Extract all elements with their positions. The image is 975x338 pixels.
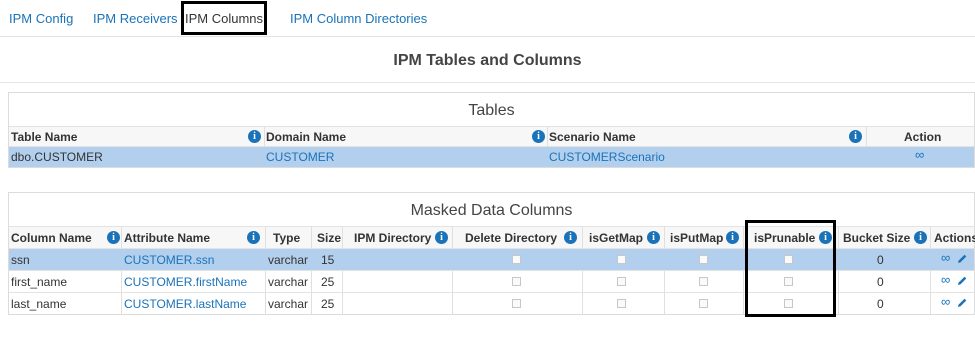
info-icon[interactable]: i — [726, 231, 739, 244]
info-icon[interactable]: i — [564, 231, 577, 244]
attribute-link[interactable]: CUSTOMER.firstName — [124, 275, 247, 289]
cell-type: varchar — [268, 297, 309, 311]
link-icon[interactable]: ∞ — [941, 250, 950, 265]
attribute-link[interactable]: CUSTOMER.ssn — [124, 253, 214, 267]
table-row[interactable]: ssn CUSTOMER.ssn varchar 15 0 ∞ — [9, 248, 974, 271]
cell-type: varchar — [268, 253, 309, 267]
isgetmap-checkbox[interactable] — [617, 255, 626, 264]
header-scenario-name: Scenario Name — [549, 130, 636, 144]
link-icon[interactable]: ∞ — [915, 147, 924, 162]
pencil-icon[interactable] — [956, 297, 968, 309]
header-isprunable: isPrunable — [754, 231, 816, 245]
header-attribute-name: Attribute Name — [124, 231, 211, 245]
info-icon[interactable]: i — [532, 130, 545, 143]
info-icon[interactable]: i — [435, 231, 448, 244]
header-bucket-size: Bucket Size — [843, 231, 911, 245]
attribute-link[interactable]: CUSTOMER.lastName — [124, 297, 246, 311]
isgetmap-checkbox[interactable] — [617, 277, 626, 286]
table-row[interactable]: dbo.CUSTOMER CUSTOMER CUSTOMERScenario ∞ — [9, 146, 974, 167]
tab-ipm-column-directories[interactable]: IPM Column Directories — [290, 11, 427, 26]
info-icon[interactable]: i — [914, 231, 927, 244]
header-isgetmap: isGetMap — [589, 231, 644, 245]
masked-columns-panel: Masked Data Columns Column Name i Attrib… — [8, 192, 975, 315]
header-action: Action — [904, 130, 942, 144]
delete-directory-checkbox[interactable] — [512, 255, 521, 264]
link-icon[interactable]: ∞ — [941, 272, 950, 287]
cell-bucket-size: 0 — [877, 275, 884, 289]
info-icon[interactable]: i — [107, 231, 120, 244]
cell-bucket-size: 0 — [877, 297, 884, 311]
header-size: Size — [317, 231, 342, 245]
table-row[interactable]: first_name CUSTOMER.firstName varchar 25… — [9, 270, 974, 293]
cell-column-name: ssn — [11, 253, 30, 267]
cell-size: 25 — [321, 297, 335, 311]
header-delete-directory: Delete Directory — [465, 231, 558, 245]
header-ipm-directory: IPM Directory — [354, 231, 432, 245]
isprunable-checkbox[interactable] — [784, 299, 793, 308]
header-isputmap: isPutMap — [670, 231, 724, 245]
info-icon[interactable]: i — [819, 231, 832, 244]
isputmap-checkbox[interactable] — [699, 255, 708, 264]
cell-type: varchar — [268, 275, 309, 289]
isprunable-checkbox[interactable] — [784, 277, 793, 286]
tab-ipm-config[interactable]: IPM Config — [9, 11, 73, 26]
scenario-link[interactable]: CUSTOMERScenario — [549, 150, 665, 164]
tab-bar: IPM Config IPM Receivers IPM Columns IPM… — [0, 0, 975, 37]
cell-column-name: first_name — [11, 275, 68, 289]
header-type: Type — [273, 231, 301, 245]
isgetmap-checkbox[interactable] — [617, 299, 626, 308]
info-icon[interactable]: i — [247, 231, 260, 244]
cell-column-name: last_name — [11, 297, 67, 311]
tables-panel: Tables Table Name i Domain Name i Scenar… — [8, 92, 975, 168]
masked-header-row: Column Name i Attribute Name i Type Size… — [9, 226, 975, 249]
domain-link[interactable]: CUSTOMER — [266, 150, 334, 164]
tables-panel-title: Tables — [468, 102, 515, 119]
divider — [0, 82, 975, 83]
pencil-icon[interactable] — [956, 275, 968, 287]
cell-size: 15 — [321, 253, 335, 267]
link-icon[interactable]: ∞ — [941, 294, 950, 309]
page-title: IPM Tables and Columns — [393, 52, 582, 69]
cell-bucket-size: 0 — [877, 253, 884, 267]
header-domain-name: Domain Name — [266, 130, 347, 144]
pencil-icon[interactable] — [956, 253, 968, 265]
cell-size: 25 — [321, 275, 335, 289]
table-row[interactable]: last_name CUSTOMER.lastName varchar 25 0… — [9, 292, 974, 315]
tab-ipm-columns[interactable]: IPM Columns — [181, 1, 267, 35]
info-icon[interactable]: i — [849, 130, 862, 143]
delete-directory-checkbox[interactable] — [512, 299, 521, 308]
info-icon[interactable]: i — [248, 130, 261, 143]
header-column-name: Column Name — [11, 231, 92, 245]
isputmap-checkbox[interactable] — [699, 277, 708, 286]
header-table-name: Table Name — [11, 130, 78, 144]
tables-header-row: Table Name i Domain Name i Scenario Name… — [9, 126, 974, 168]
cell-table-name: dbo.CUSTOMER — [11, 150, 103, 164]
delete-directory-checkbox[interactable] — [512, 277, 521, 286]
header-actions: Actions — [934, 231, 975, 245]
info-icon[interactable]: i — [647, 231, 660, 244]
isputmap-checkbox[interactable] — [699, 299, 708, 308]
isprunable-checkbox[interactable] — [784, 255, 793, 264]
masked-panel-title: Masked Data Columns — [410, 202, 573, 219]
tab-ipm-receivers[interactable]: IPM Receivers — [93, 11, 178, 26]
